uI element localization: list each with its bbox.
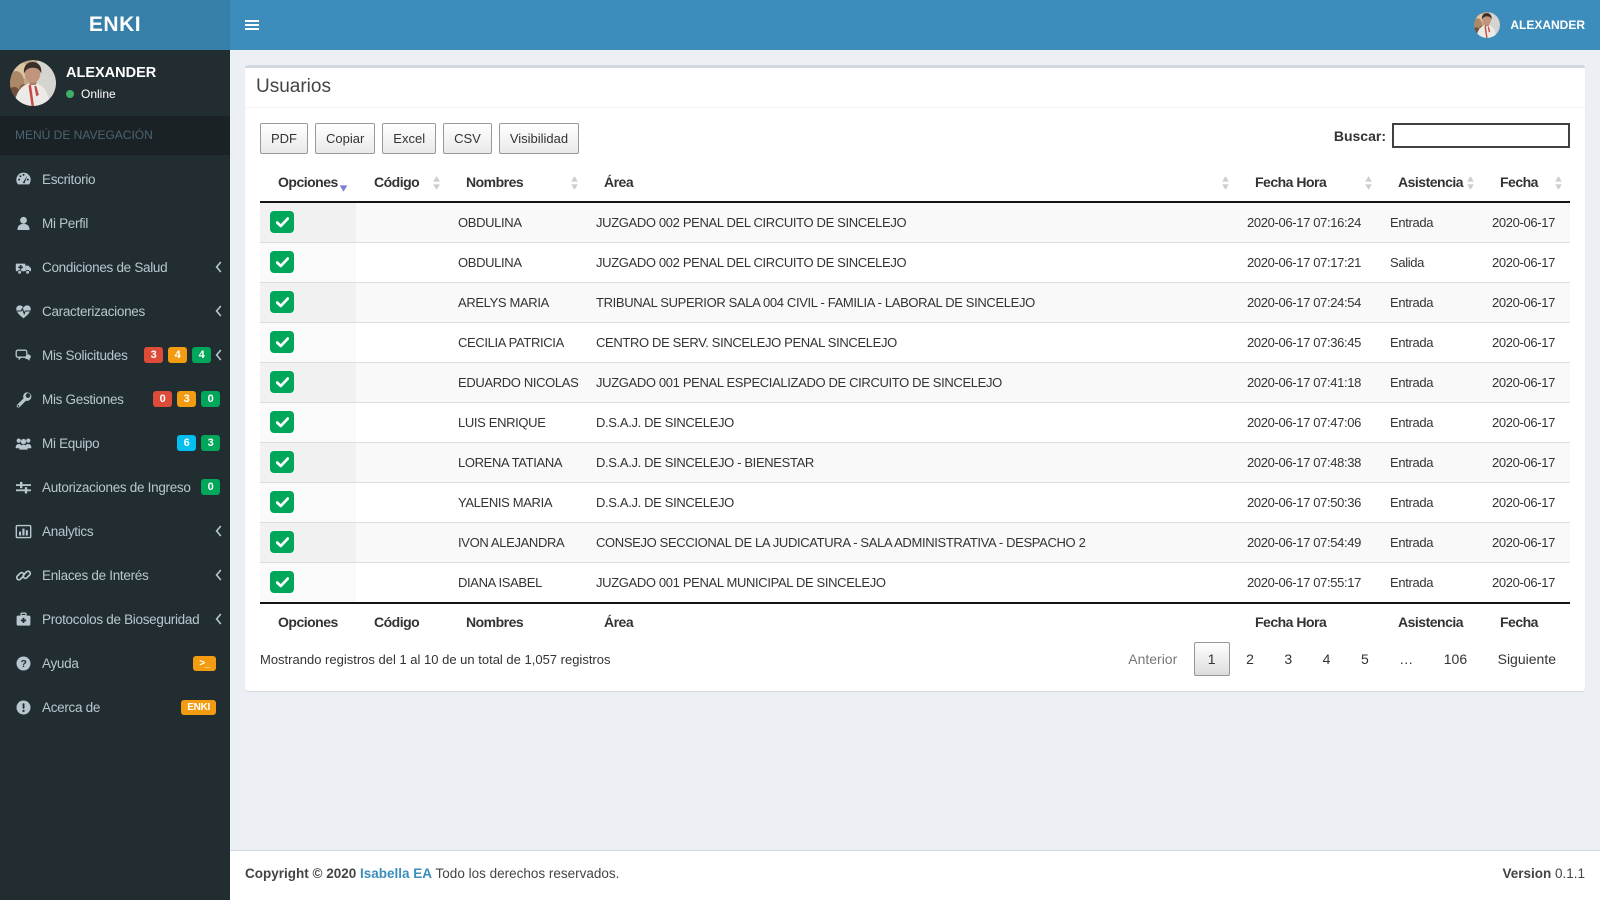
svg-text:?: ?: [20, 658, 26, 670]
